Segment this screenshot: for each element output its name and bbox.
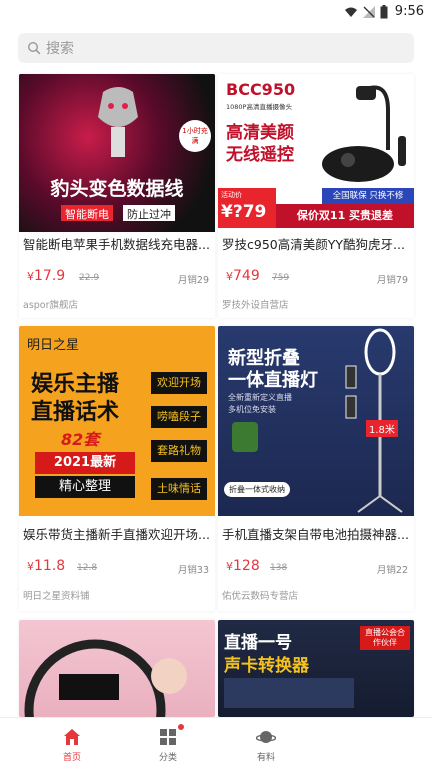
original-price: 138	[270, 563, 288, 573]
image-tag: 直播公会合作伙伴	[360, 626, 410, 650]
image-headline: 直播话术	[31, 400, 120, 425]
device-image	[224, 678, 354, 708]
sales-count: 月销29	[177, 275, 209, 286]
image-service: 全国联保 只换不修	[322, 188, 414, 204]
image-note: 精心整理	[35, 476, 135, 498]
image-sub: 多机位免安装	[228, 405, 276, 414]
home-icon	[64, 729, 80, 745]
product-price: ¥749	[226, 268, 260, 284]
product-image: 新型折叠 一体直播灯 全新重新定义直播 多机位免安装 1.8米 折叠一体式收纳	[218, 326, 414, 516]
image-headline: 一体直播灯	[228, 370, 318, 391]
shop-name: 佑优云数码专营店	[222, 591, 299, 602]
product-card[interactable]: 直播一号 声卡转换器 直播公会合作伙伴	[218, 620, 414, 717]
image-model: BCC950	[226, 80, 296, 99]
camera-image	[322, 85, 406, 182]
product-card[interactable]: 新型折叠 一体直播灯 全新重新定义直播 多机位免安装 1.8米 折叠一体式收纳 …	[218, 326, 414, 611]
product-title: 娱乐带货主播新手直播欢迎开场...	[23, 527, 210, 542]
product-price: ¥128	[226, 558, 260, 574]
product-card[interactable]: BCC950 1080P高清直播摄像头 高清美颜 无线遥控 全国联保 只换不修 …	[218, 74, 414, 318]
image-headline: 直播一号	[224, 633, 292, 653]
image-count: 82套	[61, 430, 100, 449]
image-fold: 折叠一体式收纳	[224, 482, 290, 497]
product-title: 手机直播支架自带电池拍摄神器...	[222, 527, 409, 542]
shop-name: 罗技外设自营店	[222, 300, 289, 311]
image-topic: 套路礼物	[151, 440, 207, 462]
image-tag: 智能断电	[61, 205, 113, 221]
product-image: BCC950 1080P高清直播摄像头 高清美颜 无线遥控 全国联保 只换不修 …	[218, 74, 414, 232]
watermark-logo: 962.NET 乐游网	[305, 722, 422, 767]
sales-count: 月销33	[177, 565, 209, 576]
battery-image	[232, 422, 258, 452]
shop-name: 明日之星资料铺	[23, 591, 90, 602]
cable-head-image	[98, 87, 138, 157]
original-price: 759	[272, 273, 290, 283]
image-topic: 土味情话	[151, 478, 207, 500]
image-topic: 唠嗑段子	[151, 406, 207, 428]
original-price: 22.9	[79, 273, 100, 283]
image-topic: 欢迎开场	[151, 372, 207, 394]
image-headline: 豹头变色数据线	[50, 178, 184, 200]
badge: 1小时充满	[179, 120, 211, 152]
product-image	[19, 620, 215, 717]
image-promo-box: 活动价 ¥?79	[218, 188, 276, 228]
image-protect: 保价双11 买贵退差	[276, 204, 414, 228]
image-line: 无线遥控	[226, 145, 294, 165]
shop-name: aspor旗舰店	[23, 300, 79, 311]
product-image: 1小时充满 豹头变色数据线 智能断电 防止过冲	[19, 74, 215, 232]
product-card[interactable]	[19, 620, 215, 717]
product-title: 智能断电苹果手机数据线充电器...	[23, 237, 210, 252]
image-brand: 明日之星	[27, 338, 80, 353]
image-height: 1.8米	[366, 420, 398, 437]
product-image: 明日之星 娱乐主播 直播话术 82套 2021最新 精心整理 欢迎开场 唠嗑段子…	[19, 326, 215, 516]
image-tag: 防止过冲	[123, 205, 175, 221]
planet-icon	[256, 731, 276, 743]
original-price: 12.8	[77, 563, 98, 573]
product-image: 直播一号 声卡转换器 直播公会合作伙伴	[218, 620, 414, 717]
product-card[interactable]: 1小时充满 豹头变色数据线 智能断电 防止过冲 智能断电苹果手机数据线充电器..…	[19, 74, 215, 318]
product-price: ¥11.8	[27, 558, 66, 574]
image-headline: 声卡转换器	[224, 656, 309, 676]
product-card[interactable]: 明日之星 娱乐主播 直播话术 82套 2021最新 精心整理 欢迎开场 唠嗑段子…	[19, 326, 215, 611]
image-year: 2021最新	[35, 452, 135, 474]
product-grid: 1小时充满 豹头变色数据线 智能断电 防止过冲 智能断电苹果手机数据线充电器..…	[0, 0, 432, 769]
sales-count: 月销22	[376, 565, 408, 576]
image-sub: 全新重新定义直播	[228, 393, 292, 402]
notification-dot	[178, 724, 184, 730]
image-sub: 1080P高清直播摄像头	[226, 103, 292, 111]
product-price: ¥17.9	[27, 268, 66, 284]
ring-light-image	[24, 639, 187, 717]
grid-icon	[160, 729, 176, 745]
product-title: 罗技c950高清美颜YY酷狗虎牙...	[222, 237, 405, 252]
sales-count: 月销79	[376, 275, 408, 286]
